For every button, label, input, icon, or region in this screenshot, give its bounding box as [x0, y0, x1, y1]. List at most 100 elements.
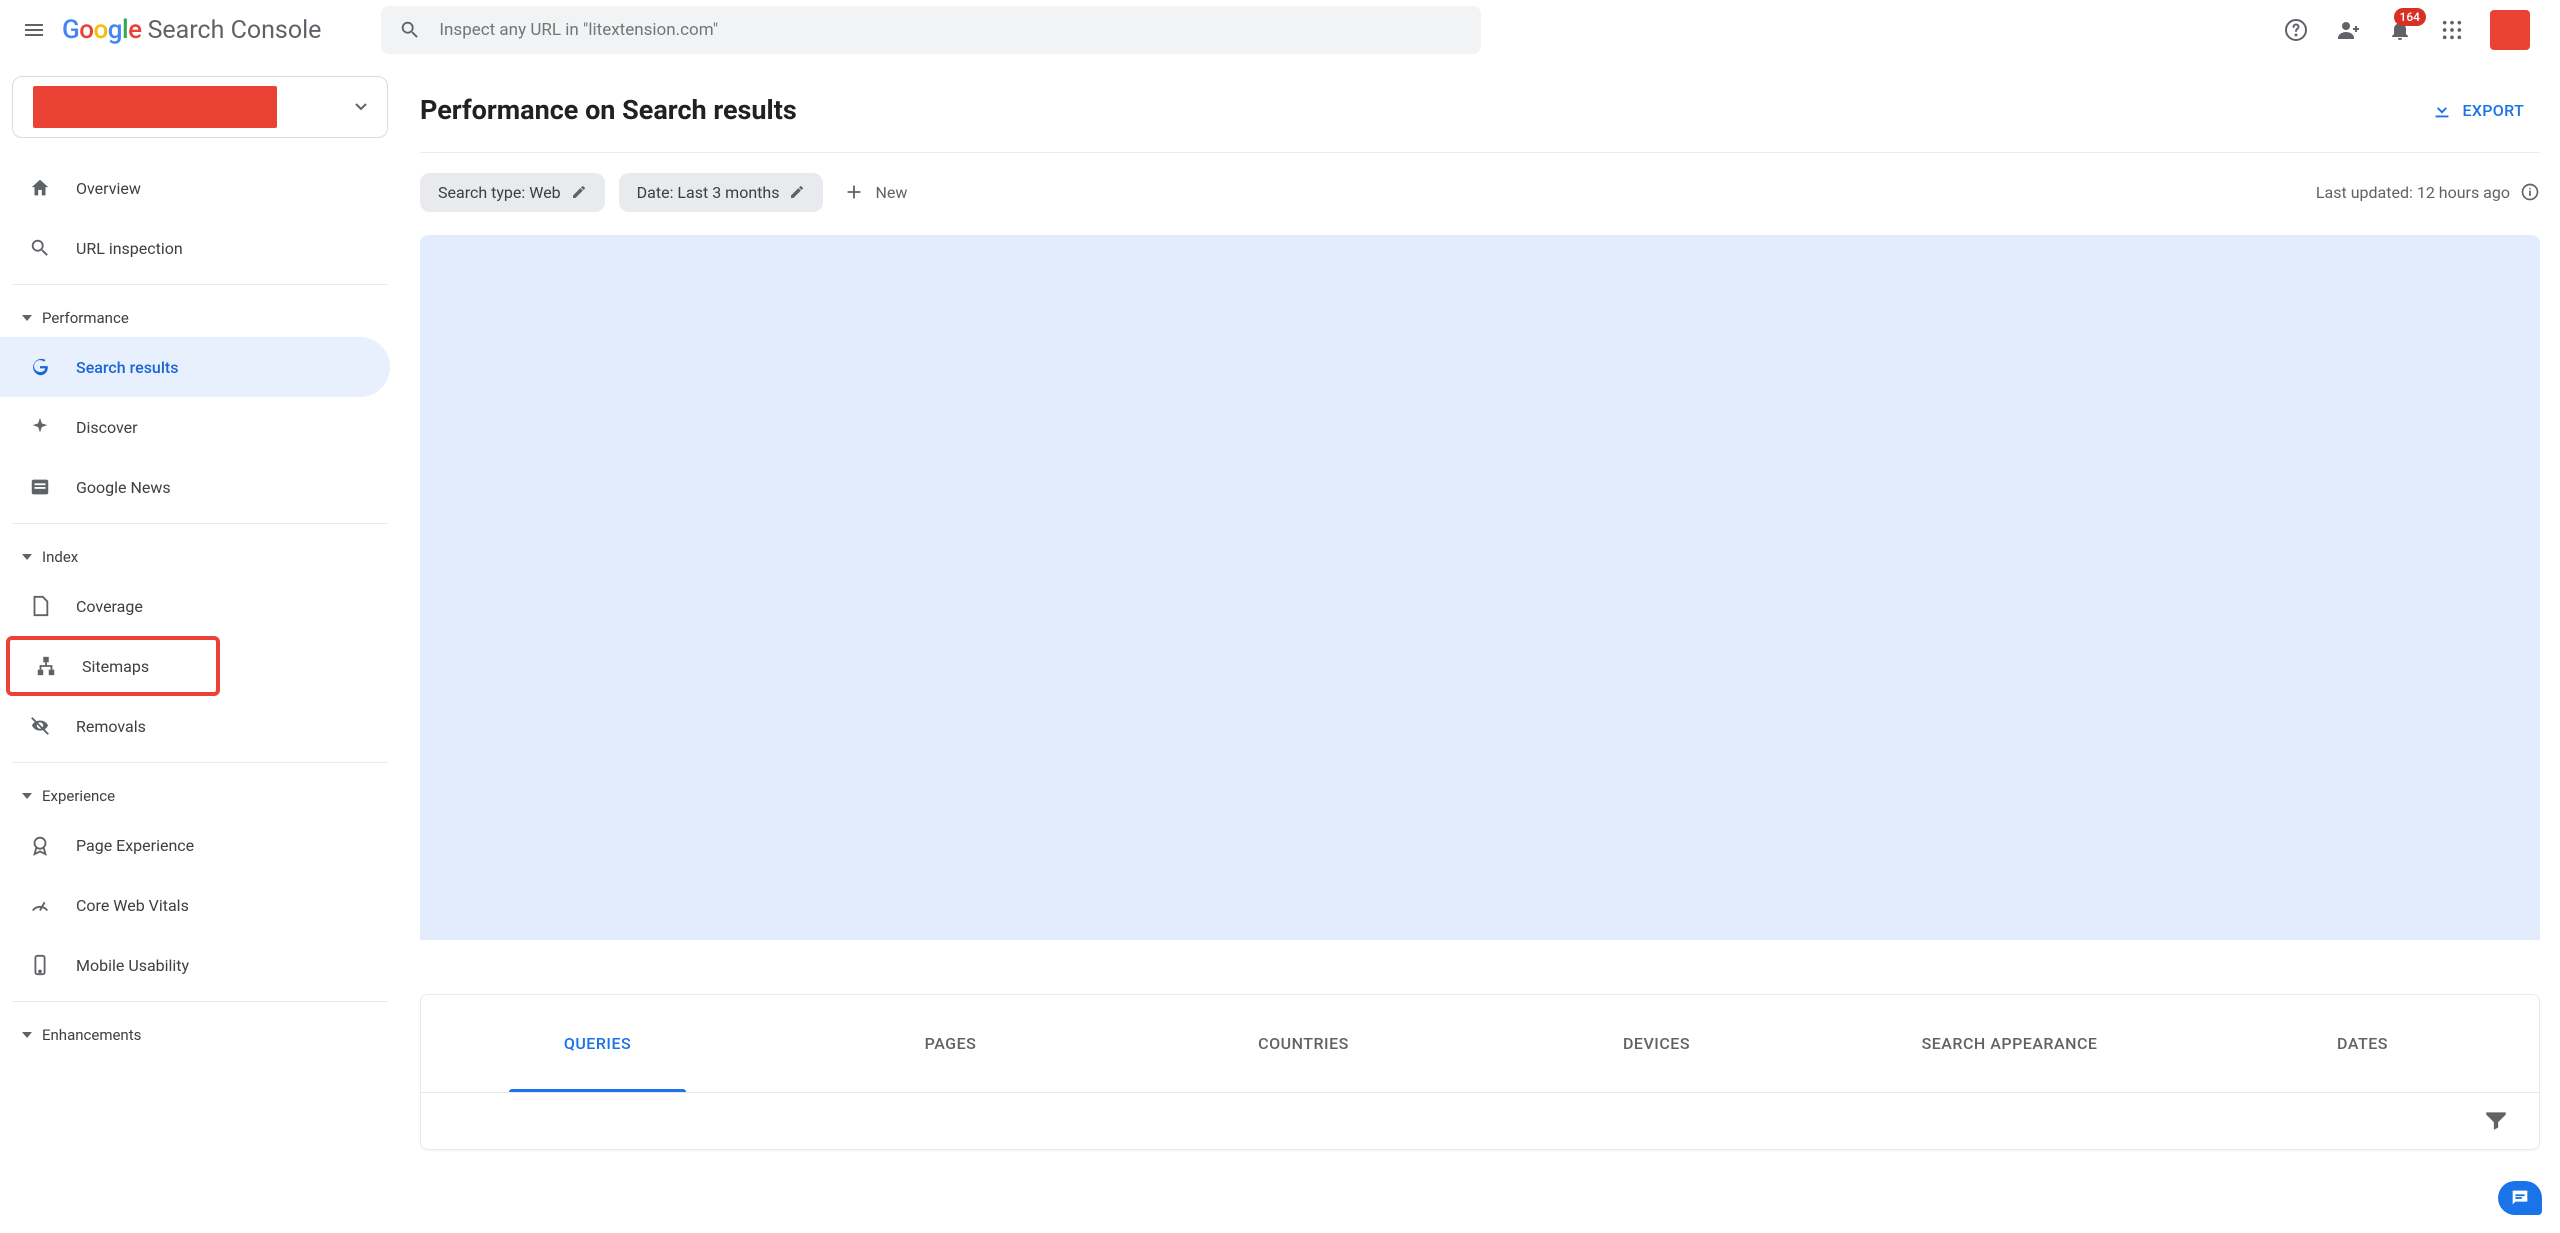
page-icon: [28, 594, 52, 618]
tab-devices[interactable]: DEVICES: [1480, 995, 1833, 1092]
sidebar-item-coverage[interactable]: Coverage: [0, 576, 390, 636]
search-icon: [399, 19, 421, 41]
sidebar-item-label: URL inspection: [76, 239, 183, 258]
section-experience[interactable]: Experience: [0, 769, 400, 815]
section-label: Experience: [42, 787, 115, 805]
sitemap-icon: [34, 654, 58, 678]
table-filter-button[interactable]: [2483, 1107, 2511, 1135]
brand-name: Search Console: [148, 16, 322, 45]
apps-button[interactable]: [2438, 16, 2466, 44]
main-menu-button[interactable]: [10, 6, 58, 54]
add-filter-button[interactable]: New: [837, 171, 913, 213]
performance-chart[interactable]: [420, 235, 2540, 940]
google-g-icon: [28, 355, 52, 379]
edit-icon: [571, 184, 587, 200]
chip-label: Date: Last 3 months: [637, 183, 780, 202]
tab-label: PAGES: [925, 1034, 977, 1053]
help-icon: [2284, 18, 2308, 42]
sidebar-item-label: Google News: [76, 478, 171, 497]
table-tabs: QUERIES PAGES COUNTRIES DEVICES SEARCH A…: [421, 995, 2539, 1093]
tab-label: SEARCH APPEARANCE: [1922, 1034, 2098, 1053]
section-index[interactable]: Index: [0, 530, 400, 576]
section-enhancements[interactable]: Enhancements: [0, 1008, 400, 1054]
info-icon[interactable]: [2520, 182, 2540, 202]
new-label: New: [875, 183, 907, 202]
sidebar-item-label: Page Experience: [76, 836, 194, 855]
feedback-fab[interactable]: [2498, 1181, 2542, 1215]
sidebar-item-label: Sitemaps: [82, 657, 149, 676]
tab-queries[interactable]: QUERIES: [421, 995, 774, 1092]
status-text: Last updated: 12 hours ago: [2316, 183, 2510, 202]
chip-label: Search type: Web: [438, 183, 561, 202]
tab-search-appearance[interactable]: SEARCH APPEARANCE: [1833, 995, 2186, 1092]
sidebar-item-removals[interactable]: Removals: [0, 696, 390, 756]
edit-icon: [789, 184, 805, 200]
tab-label: QUERIES: [564, 1034, 631, 1053]
discover-icon: [28, 415, 52, 439]
chevron-down-icon: [22, 793, 32, 800]
export-button[interactable]: EXPORT: [2415, 89, 2540, 131]
tab-label: COUNTRIES: [1258, 1034, 1349, 1053]
page-title: Performance on Search results: [420, 94, 797, 126]
url-inspect-search[interactable]: [381, 6, 1481, 54]
tab-label: DATES: [2337, 1034, 2388, 1053]
divider: [12, 523, 388, 524]
data-table-card: QUERIES PAGES COUNTRIES DEVICES SEARCH A…: [420, 994, 2540, 1150]
sidebar-item-mobile-usability[interactable]: Mobile Usability: [0, 935, 390, 995]
news-icon: [28, 475, 52, 499]
sidebar-item-url-inspection[interactable]: URL inspection: [0, 218, 390, 278]
filter-chip-date[interactable]: Date: Last 3 months: [619, 173, 824, 212]
divider: [12, 762, 388, 763]
home-icon: [28, 176, 52, 200]
sidebar-item-label: Search results: [76, 358, 178, 377]
tab-pages[interactable]: PAGES: [774, 995, 1127, 1092]
help-button[interactable]: [2282, 16, 2310, 44]
sidebar-item-label: Overview: [76, 179, 141, 198]
property-selector[interactable]: [12, 76, 388, 138]
url-inspect-input[interactable]: [439, 20, 1463, 40]
sidebar-item-page-experience[interactable]: Page Experience: [0, 815, 390, 875]
notifications-button[interactable]: 164: [2386, 16, 2414, 44]
users-button[interactable]: [2334, 16, 2362, 44]
sidebar-item-sitemaps[interactable]: Sitemaps: [6, 636, 220, 696]
notification-badge: 164: [2394, 8, 2426, 26]
section-label: Index: [42, 548, 78, 566]
sidebar: Overview URL inspection Performance Sear…: [0, 60, 400, 1233]
brand[interactable]: Google Search Console: [62, 15, 321, 45]
sidebar-item-label: Core Web Vitals: [76, 896, 189, 915]
chevron-down-icon: [355, 103, 367, 111]
visibility-off-icon: [28, 714, 52, 738]
plus-icon: [843, 181, 865, 203]
sidebar-item-label: Mobile Usability: [76, 956, 189, 975]
filter-icon: [2483, 1107, 2509, 1133]
hamburger-icon: [22, 18, 46, 42]
speed-icon: [28, 893, 52, 917]
sidebar-item-core-web-vitals[interactable]: Core Web Vitals: [0, 875, 390, 935]
section-label: Enhancements: [42, 1026, 141, 1044]
sidebar-item-google-news[interactable]: Google News: [0, 457, 390, 517]
sidebar-item-overview[interactable]: Overview: [0, 158, 390, 218]
tab-countries[interactable]: COUNTRIES: [1127, 995, 1480, 1092]
google-logo: Google: [62, 15, 142, 45]
chat-icon: [2509, 1187, 2531, 1209]
sidebar-item-search-results[interactable]: Search results: [0, 337, 390, 397]
property-thumbnail: [33, 86, 277, 128]
divider: [12, 1001, 388, 1002]
tab-label: DEVICES: [1623, 1034, 1690, 1053]
last-updated-status: Last updated: 12 hours ago: [2316, 182, 2540, 202]
download-icon: [2431, 99, 2453, 121]
tab-dates[interactable]: DATES: [2186, 995, 2539, 1092]
export-label: EXPORT: [2463, 101, 2524, 120]
filter-chip-search-type[interactable]: Search type: Web: [420, 173, 605, 212]
user-add-icon: [2336, 18, 2360, 42]
mobile-icon: [28, 953, 52, 977]
section-label: Performance: [42, 309, 129, 327]
sidebar-item-discover[interactable]: Discover: [0, 397, 390, 457]
divider: [420, 152, 2540, 153]
account-avatar[interactable]: [2490, 10, 2530, 50]
chevron-down-icon: [22, 1032, 32, 1039]
section-performance[interactable]: Performance: [0, 291, 400, 337]
search-icon: [28, 236, 52, 260]
main-content: Performance on Search results EXPORT Sea…: [400, 60, 2560, 1233]
apps-grid-icon: [2441, 19, 2463, 41]
